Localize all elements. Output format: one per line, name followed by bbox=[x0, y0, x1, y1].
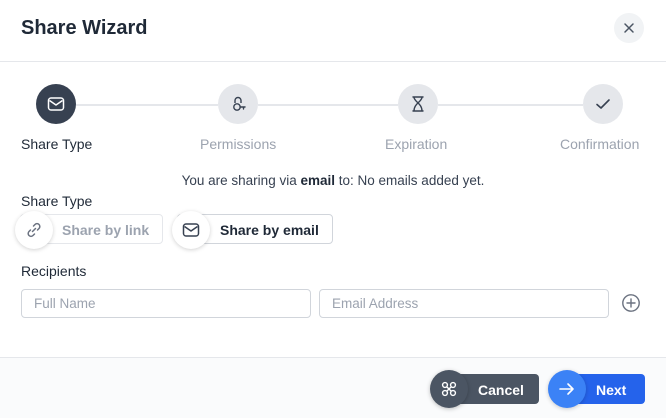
step-confirmation[interactable] bbox=[583, 84, 623, 124]
summary-suffix: to: No emails added yet. bbox=[338, 173, 485, 188]
envelope-icon bbox=[47, 97, 65, 111]
summary-method: email bbox=[300, 173, 336, 188]
step-share-type[interactable] bbox=[36, 84, 76, 124]
key-icon bbox=[233, 96, 246, 111]
share-by-link-label: Share by link bbox=[62, 222, 150, 238]
cancel-label: Cancel bbox=[478, 382, 524, 398]
next-button[interactable]: Next bbox=[548, 370, 645, 408]
dialog-header: Share Wizard bbox=[0, 0, 666, 62]
plus-circle-icon bbox=[622, 294, 640, 312]
step-label-share-type: Share Type bbox=[21, 136, 93, 152]
dialog-title: Share Wizard bbox=[21, 17, 148, 39]
next-icon-badge bbox=[548, 370, 586, 408]
share-by-link-option[interactable]: Share by link bbox=[15, 211, 163, 249]
step-label-expiration: Expiration bbox=[385, 136, 448, 152]
summary-prefix: You are sharing via bbox=[181, 173, 297, 188]
envelope-icon bbox=[182, 223, 200, 237]
step-connector bbox=[438, 104, 583, 106]
cancel-button[interactable]: Cancel bbox=[430, 370, 539, 408]
email-address-input[interactable] bbox=[319, 289, 609, 318]
check-icon bbox=[596, 99, 610, 109]
share-type-label: Share Type bbox=[21, 193, 93, 209]
add-recipient-button[interactable] bbox=[621, 293, 641, 313]
step-expiration[interactable] bbox=[398, 84, 438, 124]
link-icon bbox=[27, 222, 41, 238]
envelope-icon-badge bbox=[172, 211, 210, 249]
full-name-input[interactable] bbox=[21, 289, 311, 318]
share-by-email-label: Share by email bbox=[220, 222, 319, 238]
cancel-icon-badge bbox=[430, 370, 468, 408]
share-wizard-dialog: Share Wizard Share Type Permissions Expi… bbox=[0, 0, 666, 418]
next-label: Next bbox=[596, 382, 627, 398]
step-permissions[interactable] bbox=[218, 84, 258, 124]
step-label-confirmation: Confirmation bbox=[560, 136, 640, 152]
recipients-label: Recipients bbox=[21, 263, 87, 279]
share-by-email-option[interactable]: Share by email bbox=[172, 211, 333, 249]
hourglass-icon bbox=[412, 96, 424, 112]
arrow-right-icon bbox=[559, 383, 574, 395]
share-summary: You are sharing via email to: No emails … bbox=[0, 173, 666, 188]
link-icon-badge bbox=[15, 211, 53, 249]
close-icon bbox=[624, 23, 634, 33]
step-label-permissions: Permissions bbox=[200, 136, 277, 152]
step-connector bbox=[76, 104, 218, 106]
step-connector bbox=[258, 104, 398, 106]
close-button[interactable] bbox=[614, 13, 644, 43]
cancel-icon bbox=[441, 381, 457, 397]
